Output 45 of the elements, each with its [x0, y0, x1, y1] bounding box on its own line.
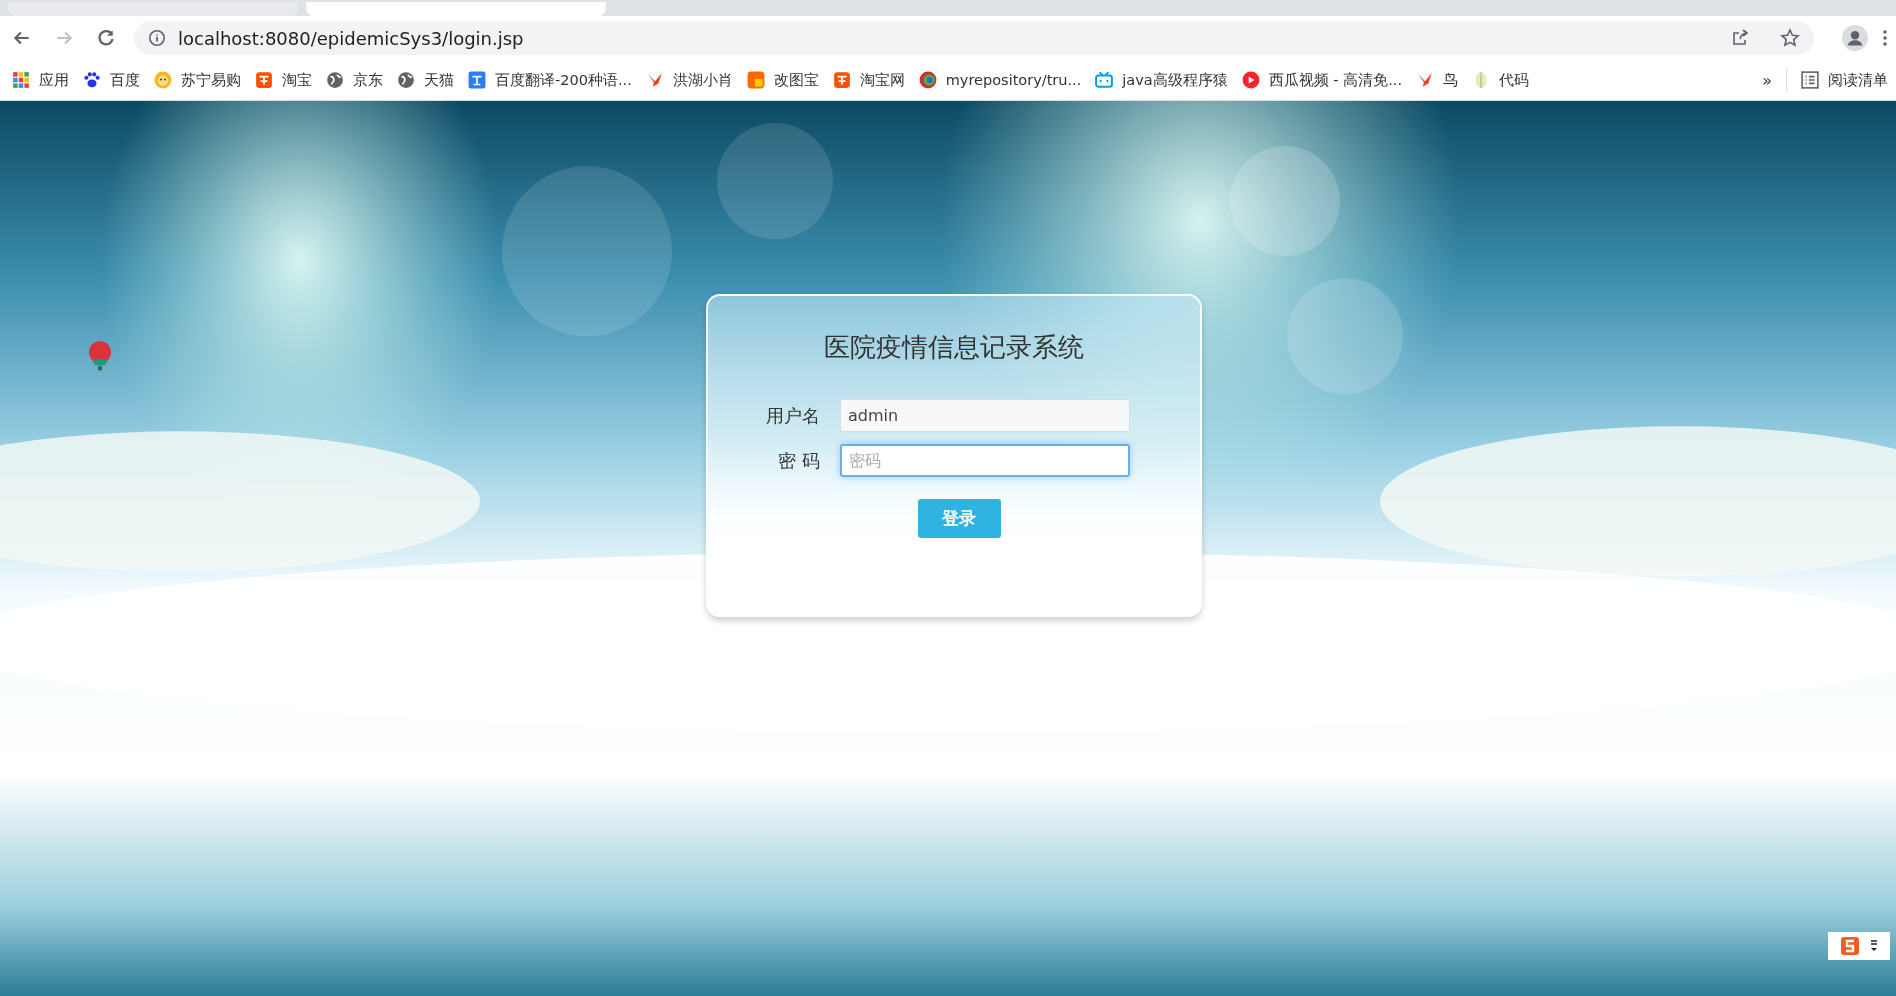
share-icon[interactable] [1730, 28, 1750, 48]
input-field[interactable]: admin [840, 399, 1130, 432]
star-icon[interactable] [1780, 28, 1800, 48]
play-icon [1241, 71, 1260, 89]
bookmark-item[interactable]: 应用 [12, 70, 69, 90]
bookmark-item[interactable]: 淘宝网 [832, 70, 905, 90]
menu-icon[interactable] [1882, 28, 1888, 48]
url-text: localhost:8080/epidemicSys3/login.jsp [178, 27, 524, 49]
bookmark-item[interactable]: myrepository/tru... [918, 71, 1082, 89]
info-icon[interactable] [148, 29, 166, 47]
ime-logo-icon [1840, 936, 1860, 956]
more-bookmarks-button[interactable]: » [1762, 70, 1772, 90]
grid-icon [12, 71, 30, 89]
field-label: 密 码 [777, 448, 820, 473]
bookmark-item[interactable]: 京东 [326, 70, 383, 90]
bookmark-item[interactable]: 苏宁易购 [154, 70, 241, 90]
bookmark-item[interactable]: 百度 [83, 70, 140, 90]
bookmark-item[interactable]: 天猫 [397, 70, 454, 90]
leaf-icon [1472, 71, 1490, 89]
bookmark-item[interactable]: 代码 [1472, 70, 1529, 90]
bookmark-item[interactable]: java高级程序猿 [1095, 70, 1228, 90]
list-icon [1801, 71, 1819, 89]
paw-icon [83, 71, 101, 89]
bookmark-item[interactable]: 百度翻译-200种语... [468, 70, 632, 90]
bookmark-item[interactable]: 鸟 [1416, 70, 1458, 90]
taobao-icon [832, 71, 851, 89]
lion-icon [154, 71, 172, 89]
input-field[interactable]: 密码 [840, 444, 1130, 477]
dropdown-icon[interactable] [1870, 939, 1878, 953]
translate-icon [468, 71, 486, 89]
ring-icon [918, 71, 937, 89]
login-title: 医院疫情信息记录系统 [824, 331, 1084, 364]
bookmark-item[interactable]: 西瓜视频 - 高清免... [1241, 70, 1402, 90]
taobao-icon [255, 71, 273, 89]
address-bar[interactable]: localhost:8080/epidemicSys3/login.jsp [134, 21, 1814, 55]
profile-icon[interactable] [1842, 25, 1868, 51]
field-label: 用户名 [765, 403, 820, 428]
tv-icon [1095, 71, 1114, 89]
globe-icon [326, 71, 344, 89]
app-square-icon [746, 71, 765, 89]
bookmark-item[interactable]: 淘宝 [255, 70, 312, 90]
bookmark-item[interactable]: 洪湖小肖 [645, 70, 733, 90]
reading-list-button[interactable]: 阅读清单 [1801, 70, 1888, 90]
globe-icon [397, 71, 415, 89]
bookmark-item[interactable]: 改图宝 [746, 70, 819, 90]
